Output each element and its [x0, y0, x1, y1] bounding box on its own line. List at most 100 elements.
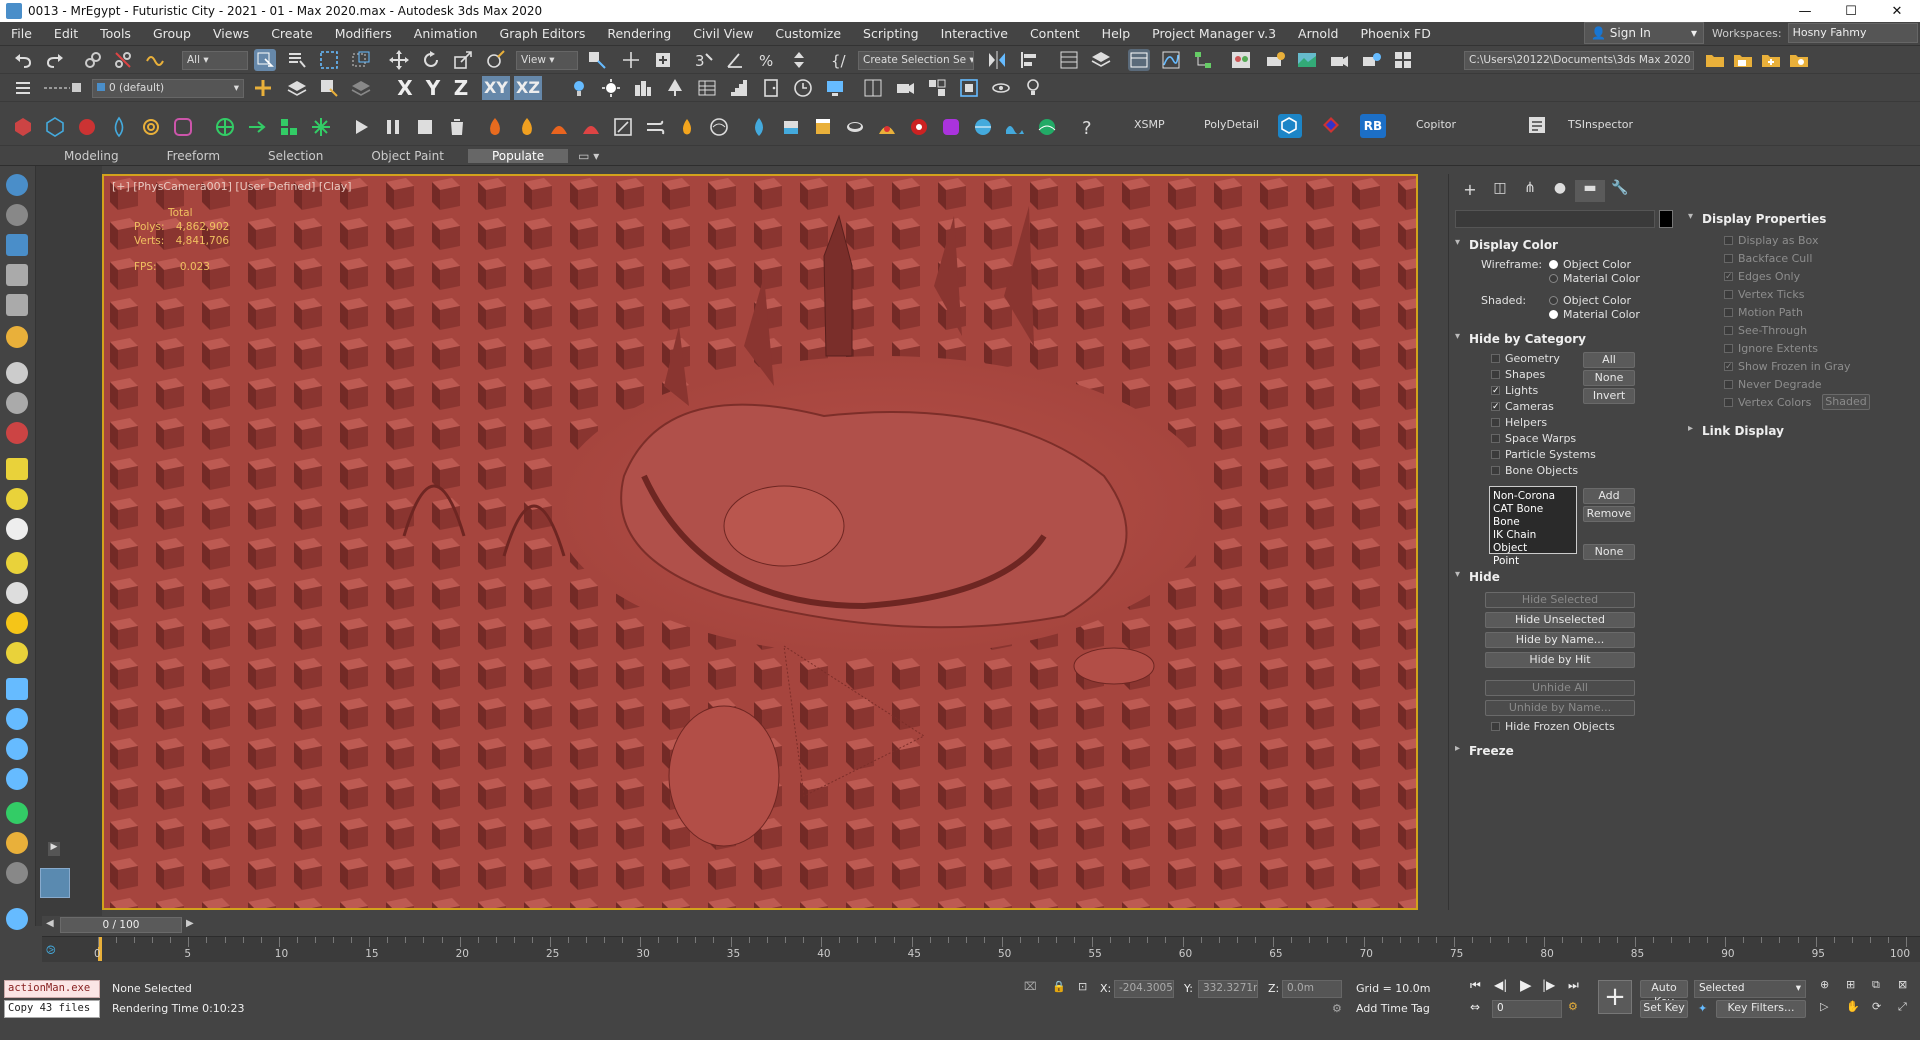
menu-arnold[interactable]: Arnold — [1287, 26, 1349, 41]
axis-xz-button[interactable]: XZ — [514, 76, 542, 100]
auto-key-button[interactable]: Auto Key — [1640, 980, 1688, 1008]
omni-light-icon[interactable] — [600, 77, 622, 99]
minimize-button[interactable]: — — [1782, 4, 1828, 19]
menu-tools[interactable]: Tools — [89, 26, 142, 41]
sphere-tool-icon[interactable] — [6, 518, 28, 540]
close-button[interactable]: ✕ — [1874, 4, 1920, 19]
walk-tool-icon[interactable] — [6, 832, 28, 854]
burst-icon[interactable] — [310, 116, 332, 138]
isolate-selection-icon[interactable]: ⌧ — [1024, 980, 1037, 993]
snaps-toggle-icon[interactable]: 3 — [692, 49, 714, 71]
link-display-rollout-header[interactable]: Link Display — [1682, 422, 1920, 440]
liquid-source-icon[interactable] — [780, 116, 802, 138]
tab-populate[interactable]: Populate — [467, 148, 569, 163]
scene-explorer-icon[interactable] — [1058, 49, 1080, 71]
menu-interactive[interactable]: Interactive — [930, 26, 1019, 41]
wireframe-material-color-radio[interactable] — [1549, 274, 1558, 283]
layer-visibility-icon[interactable] — [40, 77, 84, 99]
move-icon[interactable] — [388, 49, 410, 71]
edges-only-checkbox[interactable]: ✓ — [1724, 272, 1733, 282]
menu-project-manager[interactable]: Project Manager v.3 — [1141, 26, 1287, 41]
freeze-rollout-header[interactable]: Freeze — [1449, 742, 1674, 760]
space-warps-checkbox[interactable] — [1491, 434, 1500, 443]
arrow-right-icon[interactable] — [246, 116, 268, 138]
render-setup-icon[interactable] — [1264, 49, 1286, 71]
rotate-icon[interactable] — [420, 49, 442, 71]
zoom-extents-all-icon[interactable]: ⊠ — [1898, 978, 1907, 991]
sign-in-dropdown[interactable]: 👤 Sign In ▾ — [1584, 22, 1704, 44]
add-to-layer-icon[interactable] — [286, 77, 308, 99]
phoenix-vortex-icon[interactable] — [708, 116, 730, 138]
time-prev-icon[interactable]: ◀ — [46, 918, 54, 929]
rotate-view-icon[interactable] — [990, 77, 1012, 99]
particle-systems-checkbox[interactable] — [1491, 450, 1500, 459]
current-layer-dropdown[interactable]: 0 (default) ▾ — [92, 79, 244, 98]
zoom-icon[interactable]: ⊕ — [1820, 978, 1829, 991]
liquid-icon[interactable] — [748, 116, 770, 138]
pan-view-icon[interactable]: ✋ — [1846, 1000, 1860, 1013]
menu-views[interactable]: Views — [202, 26, 260, 41]
tab-selection[interactable]: Selection — [244, 149, 347, 163]
rendered-frame-window-icon[interactable] — [1296, 49, 1318, 71]
pause-icon[interactable] — [382, 116, 404, 138]
wireframe-object-color-radio[interactable] — [1549, 260, 1558, 269]
particles-tool-icon[interactable] — [6, 362, 28, 384]
axis-xy-button[interactable]: XY — [482, 76, 510, 100]
teapot-primitive-icon[interactable] — [12, 116, 34, 138]
place-icon[interactable] — [484, 49, 506, 71]
copitor-button[interactable]: Copitor — [1416, 118, 1456, 131]
stairs-icon[interactable] — [728, 77, 750, 99]
scene-tool-icon[interactable] — [6, 234, 28, 256]
hide-unselected-button[interactable]: Hide Unselected — [1485, 612, 1635, 628]
toggle-ribbon-icon[interactable] — [1128, 49, 1150, 71]
y-coord-field[interactable]: 332.3271m — [1198, 980, 1258, 998]
hierarchy-tab-icon[interactable]: ⋔ — [1515, 180, 1545, 202]
play-animation-icon[interactable]: ▶ — [1520, 976, 1532, 994]
keyboard-shortcut-override-icon[interactable] — [652, 49, 674, 71]
select-manipulate-icon[interactable] — [620, 49, 642, 71]
rectangular-selection-icon[interactable] — [318, 49, 340, 71]
mirror-icon[interactable] — [986, 49, 1008, 71]
menu-rendering[interactable]: Rendering — [596, 26, 682, 41]
polydetail-button[interactable]: PolyDetail — [1204, 118, 1259, 131]
current-frame-field[interactable]: 0 — [1492, 1000, 1562, 1018]
light-lister-icon[interactable] — [1022, 77, 1044, 99]
selection-filter-dropdown[interactable]: All ▾ — [182, 51, 248, 70]
shaded-object-color-radio[interactable] — [1549, 296, 1558, 305]
plugin-diamond-icon[interactable] — [1320, 114, 1342, 136]
create-layer-icon[interactable] — [252, 77, 274, 99]
select-in-layer-icon[interactable] — [318, 77, 340, 99]
cloud-tool-icon[interactable] — [6, 204, 28, 226]
project-folder-icon[interactable] — [1704, 49, 1726, 71]
xsmp-button[interactable]: XSMP — [1134, 118, 1165, 131]
menu-edit[interactable]: Edit — [43, 26, 89, 41]
list-item[interactable]: Non-Corona — [1493, 490, 1573, 503]
scatter-icon[interactable] — [214, 116, 236, 138]
hide-by-category-rollout-header[interactable]: Hide by Category — [1449, 330, 1674, 348]
select-by-name-icon[interactable] — [286, 49, 308, 71]
menu-file[interactable]: File — [0, 26, 43, 41]
tsinspector-button[interactable]: TSInspector — [1568, 118, 1633, 131]
time-config-icon[interactable]: ⚙ — [1568, 1000, 1578, 1013]
never-degrade-checkbox[interactable] — [1724, 380, 1733, 389]
project-open-icon[interactable] — [1732, 49, 1754, 71]
vertex-colors-checkbox[interactable] — [1724, 398, 1733, 407]
stop-icon[interactable] — [414, 116, 436, 138]
grid-table-icon[interactable] — [696, 77, 718, 99]
window-crossing-icon[interactable] — [350, 49, 372, 71]
tree-icon[interactable] — [664, 77, 686, 99]
table-tool-icon[interactable] — [6, 294, 28, 316]
motion-path-checkbox[interactable] — [1724, 308, 1733, 317]
chamfer-box-icon[interactable] — [172, 116, 194, 138]
render-production-icon[interactable] — [1328, 49, 1350, 71]
hide-rollout-header[interactable]: Hide — [1449, 568, 1674, 586]
ocean-waves-icon[interactable] — [1004, 116, 1026, 138]
cone-tool-icon[interactable] — [6, 582, 28, 604]
hedra-icon[interactable] — [76, 116, 98, 138]
edit-named-selection-icon[interactable]: {/ — [828, 49, 850, 71]
create-tab-icon[interactable]: + — [1455, 180, 1485, 202]
object-name-field[interactable] — [1455, 210, 1655, 228]
percent-snap-icon[interactable]: % — [756, 49, 778, 71]
display-color-rollout-header[interactable]: Display Color — [1449, 236, 1674, 254]
list-item[interactable]: Point — [1493, 555, 1573, 568]
